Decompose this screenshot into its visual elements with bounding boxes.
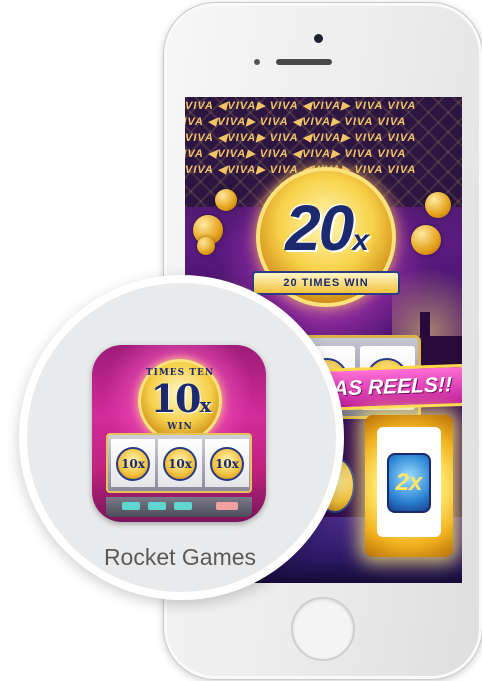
viva-row: VIVA ◀VIVA▶ VIVA ◀VIVA▶ VIVA VIVA (185, 100, 417, 112)
highlight-reel: 2x (365, 415, 453, 557)
viva-row: VIVA ◀VIVA▶ VIVA ◀VIVA▶ VIVA VIVA (185, 116, 407, 128)
highlight-symbol: 2x (387, 453, 431, 513)
viva-row: VIVA ◀VIVA▶ VIVA ◀VIVA▶ VIVA VIVA (185, 148, 407, 160)
app-icon-spin-light (148, 502, 166, 510)
coin-icon (425, 192, 451, 218)
coin-icon (411, 225, 441, 255)
badge-caption: 20 TIMES WIN (252, 271, 400, 295)
highlight-reel-window: 2x (377, 427, 441, 537)
app-icon[interactable]: TIMES TEN 10x WIN 10x 10x 10x (92, 345, 266, 522)
coin-icon (215, 189, 237, 211)
app-reel: 10x (205, 439, 249, 487)
speaker-icon (276, 59, 332, 65)
app-reel-symbol: 10x (116, 447, 150, 481)
app-icon-spin-light (122, 502, 140, 510)
app-icon-reels: 10x 10x 10x (106, 433, 252, 493)
app-reel: 10x (158, 439, 202, 487)
app-name-label: Rocket Games (103, 544, 257, 570)
app-icon-spin-light (174, 502, 192, 510)
app-reel: 10x (111, 439, 155, 487)
app-reel-symbol: 10x (163, 447, 197, 481)
app-reel-symbol: 10x (210, 447, 244, 481)
coin-icon (197, 237, 215, 255)
win-badge: 20x 20 TIMES WIN (242, 167, 410, 319)
camera-icon (314, 34, 323, 43)
app-badge-bottom-text: WIN (167, 422, 193, 432)
home-button[interactable] (291, 597, 355, 661)
app-icon-badge: TIMES TEN 10x WIN (138, 359, 222, 443)
viva-row: VIVA ◀VIVA▶ VIVA ◀VIVA▶ VIVA VIVA (185, 132, 417, 144)
badge-multiplier: 20x (285, 192, 369, 264)
sensor-dot (254, 59, 260, 65)
app-badge-multiplier: 10x (150, 376, 212, 421)
app-icon-spin-light (216, 502, 238, 510)
app-icon-base (106, 497, 252, 517)
